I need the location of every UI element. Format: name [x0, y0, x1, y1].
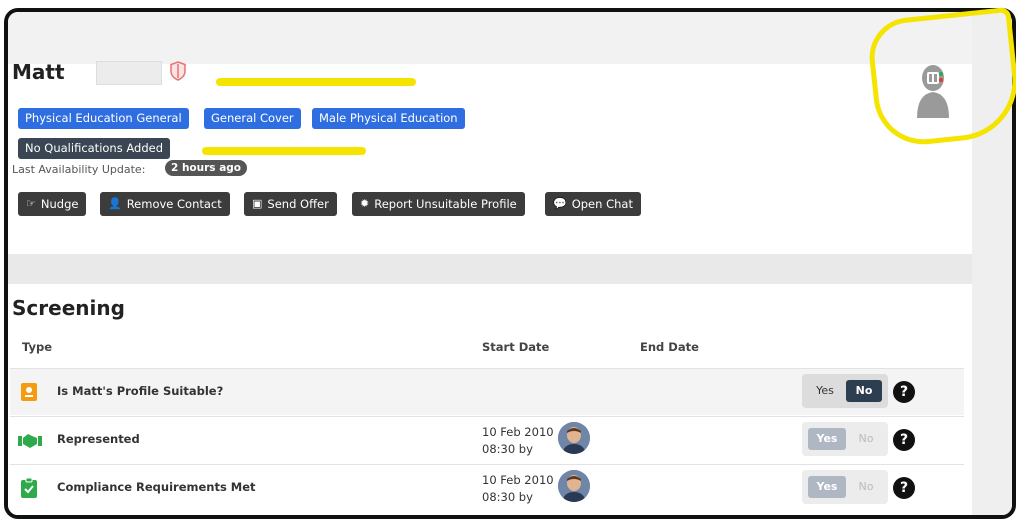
no-option[interactable]: No	[850, 476, 882, 498]
column-start-date: Start Date	[482, 340, 550, 354]
no-option[interactable]: No	[846, 380, 882, 402]
screening-title: Screening	[12, 296, 125, 320]
yes-option[interactable]: Yes	[808, 476, 846, 498]
yes-no-toggle: Yes No	[802, 422, 888, 456]
highlight-mark	[202, 147, 366, 155]
open-chat-label: Open Chat	[571, 197, 633, 211]
start-date: 10 Feb 2010 08:30 by	[482, 472, 554, 506]
remove-contact-button[interactable]: 👤 Remove Contact	[100, 192, 230, 216]
availability-badge: 2 hours ago	[165, 160, 248, 176]
highlight-mark	[216, 78, 416, 86]
yes-no-toggle: Yes No	[802, 470, 888, 504]
profile-name: Matt	[12, 60, 65, 84]
yes-option[interactable]: Yes	[808, 428, 846, 450]
handshake-icon	[18, 434, 42, 448]
tag-male-physical-education: Male Physical Education	[312, 108, 465, 129]
start-date: 10 Feb 2010 08:30 by	[482, 424, 554, 458]
row-label: Represented	[57, 432, 140, 446]
hand-point-icon: ☞	[26, 197, 36, 210]
redacted-surname	[96, 61, 162, 85]
id-badge-icon	[21, 383, 37, 401]
table-row: Compliance Requirements Met 10 Feb 2010 …	[10, 464, 964, 511]
top-band	[8, 12, 1012, 64]
tag-no-qualifications: No Qualifications Added	[18, 138, 170, 159]
report-unsuitable-profile-button[interactable]: ✹ Report Unsuitable Profile	[352, 192, 525, 216]
briefcase-icon: ▣	[252, 197, 263, 210]
profile-avatar-icon	[917, 65, 949, 118]
yes-option[interactable]: Yes	[808, 380, 842, 402]
section-divider	[8, 254, 972, 284]
row-label: Compliance Requirements Met	[57, 480, 256, 494]
help-icon[interactable]: ?	[893, 477, 915, 499]
row-label: Is Matt's Profile Suitable?	[57, 384, 224, 398]
nudge-button[interactable]: ☞ Nudge	[18, 192, 87, 216]
column-type: Type	[22, 340, 53, 354]
remove-user-icon: 👤	[108, 197, 122, 210]
nudge-label: Nudge	[40, 197, 79, 211]
help-icon[interactable]: ?	[893, 429, 915, 451]
start-date-day: 10 Feb 2010	[482, 425, 554, 439]
report-unsuitable-profile-label: Report Unsuitable Profile	[374, 197, 517, 211]
clipboard-check-icon	[21, 478, 37, 498]
yes-no-toggle: Yes No	[802, 374, 888, 408]
avatar	[558, 470, 590, 502]
availability-label: Last Availability Update:	[12, 163, 146, 176]
table-row: Is Matt's Profile Suitable? Yes No ?	[10, 368, 964, 415]
profile-panel	[8, 64, 972, 254]
start-date-time: 08:30 by	[482, 442, 533, 456]
tag-general-cover: General Cover	[204, 108, 301, 129]
remove-contact-label: Remove Contact	[126, 197, 222, 211]
start-date-time: 08:30 by	[482, 490, 533, 504]
shield-icon	[170, 61, 186, 81]
chat-icon: 💬	[553, 197, 567, 210]
tag-physical-education-general: Physical Education General	[18, 108, 189, 129]
avatar	[558, 422, 590, 454]
table-row: Represented 10 Feb 2010 08:30 by Yes No …	[10, 416, 964, 463]
start-date-day: 10 Feb 2010	[482, 473, 554, 487]
column-end-date: End Date	[640, 340, 699, 354]
send-offer-label: Send Offer	[267, 197, 329, 211]
send-offer-button[interactable]: ▣ Send Offer	[244, 192, 337, 216]
no-option[interactable]: No	[850, 428, 882, 450]
help-icon[interactable]: ?	[893, 381, 915, 403]
open-chat-button[interactable]: 💬 Open Chat	[545, 192, 641, 216]
bug-icon: ✹	[360, 197, 370, 210]
